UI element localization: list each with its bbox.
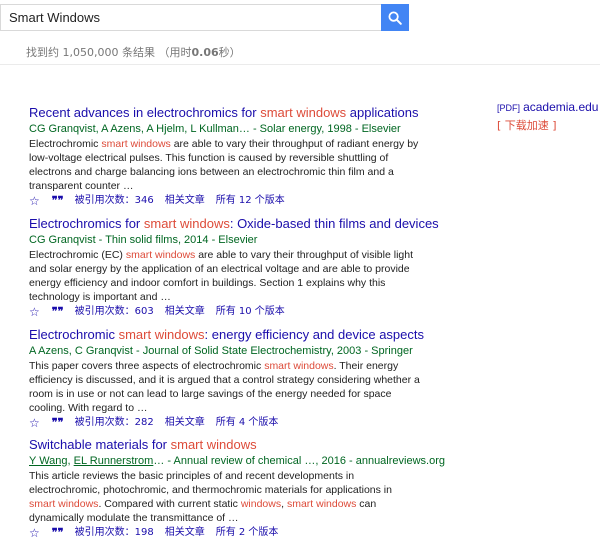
title-text: applications <box>346 105 419 120</box>
cited-by-link[interactable]: 被引用次数：198 <box>75 526 154 540</box>
snippet-highlight: smart windows <box>286 498 357 510</box>
author-link[interactable]: Y Wang <box>29 455 68 467</box>
title-highlight: smart windows <box>260 105 347 120</box>
star-icon[interactable]: ☆ <box>29 416 40 430</box>
title-text: : energy efficiency and device aspects <box>204 327 424 342</box>
result-snippet: This article reviews the basic principle… <box>29 469 421 525</box>
title-text: : Oxide-based thin films and devices <box>229 216 439 231</box>
result-actions: ☆ ❞❞ 被引用次数：346 相关文章 所有 12 个版本 <box>29 194 429 208</box>
snippet-text: Electrochromic <box>29 138 102 150</box>
result-stats: 找到约 1,050,000 条结果 （用时0.06秒） <box>26 44 241 60</box>
snippet-highlight: smart windows <box>264 360 334 372</box>
title-text: Electrochromics for <box>29 216 144 231</box>
stats-prefix: 找到约 1,050,000 条结果 （用时 <box>26 46 192 59</box>
search-bar <box>0 4 409 31</box>
result-meta: A Azens, C Granqvist - Journal of Solid … <box>29 345 413 357</box>
all-versions-link[interactable]: 所有 10 个版本 <box>216 305 285 319</box>
result-actions: ☆ ❞❞ 被引用次数：198 相关文章 所有 2 个版本 <box>29 526 429 540</box>
result-meta: Y Wang, EL Runnerstrom… - Annual review … <box>29 454 445 468</box>
cite-icon[interactable]: ❞❞ <box>52 305 64 319</box>
result-meta: CG Granqvist, A Azens, A Hjelm, L Kullma… <box>29 123 401 135</box>
side-pdf-panel: [PDF] academia.edu [ 下载加速 ] <box>497 100 600 133</box>
result-meta: CG Granqvist - Thin solid films, 2014 - … <box>29 234 258 246</box>
result-snippet: This paper covers three aspects of elect… <box>29 359 421 415</box>
snippet-text: This article reviews the basic principle… <box>29 470 392 496</box>
related-articles-link[interactable]: 相关文章 <box>165 194 205 208</box>
cited-by-link[interactable]: 被引用次数：603 <box>75 305 154 319</box>
cited-by-link[interactable]: 被引用次数：346 <box>75 194 154 208</box>
snippet-highlight: smart windows <box>101 138 171 150</box>
result-title-link[interactable]: Electrochromics for smart windows: Oxide… <box>29 216 439 231</box>
result-title-link[interactable]: Recent advances in electrochromics for s… <box>29 105 429 120</box>
meta-source: … - Annual review of chemical …, 2016 - … <box>153 455 445 467</box>
search-icon <box>388 11 402 25</box>
search-result: Switchable materials for smart windows Y… <box>29 437 445 540</box>
search-result: Recent advances in electrochromics for s… <box>29 105 429 208</box>
snippet-highlight: smart windows <box>125 249 196 261</box>
star-icon[interactable]: ☆ <box>29 305 40 319</box>
search-result: Electrochromics for smart windows: Oxide… <box>29 216 439 319</box>
result-snippet: Electrochromic smart windows are able to… <box>29 137 421 193</box>
title-text: Electrochromic <box>29 327 119 342</box>
fast-download-link[interactable]: [ 下载加速 ] <box>497 117 600 133</box>
title-text: Switchable materials for <box>29 437 171 452</box>
star-icon[interactable]: ☆ <box>29 526 40 540</box>
stats-suffix: 秒） <box>218 46 241 59</box>
cite-icon[interactable]: ❞❞ <box>52 526 64 540</box>
snippet-highlight: smart windows <box>29 498 99 510</box>
author-link[interactable]: EL Runnerstrom <box>74 455 154 467</box>
all-versions-link[interactable]: 所有 4 个版本 <box>216 416 279 430</box>
title-text: Recent advances in electrochromics for <box>29 105 261 120</box>
pdf-domain: academia.edu <box>523 100 599 114</box>
cite-icon[interactable]: ❞❞ <box>52 194 64 208</box>
pdf-tag: [PDF] <box>497 103 521 113</box>
header-divider <box>0 64 600 65</box>
search-input[interactable] <box>0 4 381 31</box>
star-icon[interactable]: ☆ <box>29 194 40 208</box>
related-articles-link[interactable]: 相关文章 <box>165 416 205 430</box>
pdf-link[interactable]: [PDF] academia.edu <box>497 100 600 114</box>
result-snippet: Electrochromic (EC) smart windows are ab… <box>29 248 421 304</box>
title-highlight: smart windows <box>170 437 257 452</box>
related-articles-link[interactable]: 相关文章 <box>165 305 205 319</box>
result-title-link[interactable]: Switchable materials for smart windows <box>29 437 429 452</box>
search-result: Electrochromic smart windows: energy eff… <box>29 327 429 430</box>
cite-icon[interactable]: ❞❞ <box>52 416 64 430</box>
snippet-text: Electrochromic (EC) <box>29 249 126 261</box>
snippet-text: . Compared with current static <box>98 498 241 510</box>
search-button[interactable] <box>381 4 409 31</box>
snippet-highlight: windows <box>240 498 282 510</box>
all-versions-link[interactable]: 所有 2 个版本 <box>216 526 279 540</box>
result-actions: ☆ ❞❞ 被引用次数：603 相关文章 所有 10 个版本 <box>29 305 429 319</box>
stats-time: 0.06 <box>191 46 219 59</box>
result-title-link[interactable]: Electrochromic smart windows: energy eff… <box>29 327 429 342</box>
cited-by-link[interactable]: 被引用次数：282 <box>75 416 154 430</box>
result-actions: ☆ ❞❞ 被引用次数：282 相关文章 所有 4 个版本 <box>29 416 429 430</box>
title-highlight: smart windows <box>118 327 205 342</box>
related-articles-link[interactable]: 相关文章 <box>165 526 205 540</box>
snippet-text: This paper covers three aspects of elect… <box>29 360 265 372</box>
title-highlight: smart windows <box>143 216 230 231</box>
all-versions-link[interactable]: 所有 12 个版本 <box>216 194 285 208</box>
